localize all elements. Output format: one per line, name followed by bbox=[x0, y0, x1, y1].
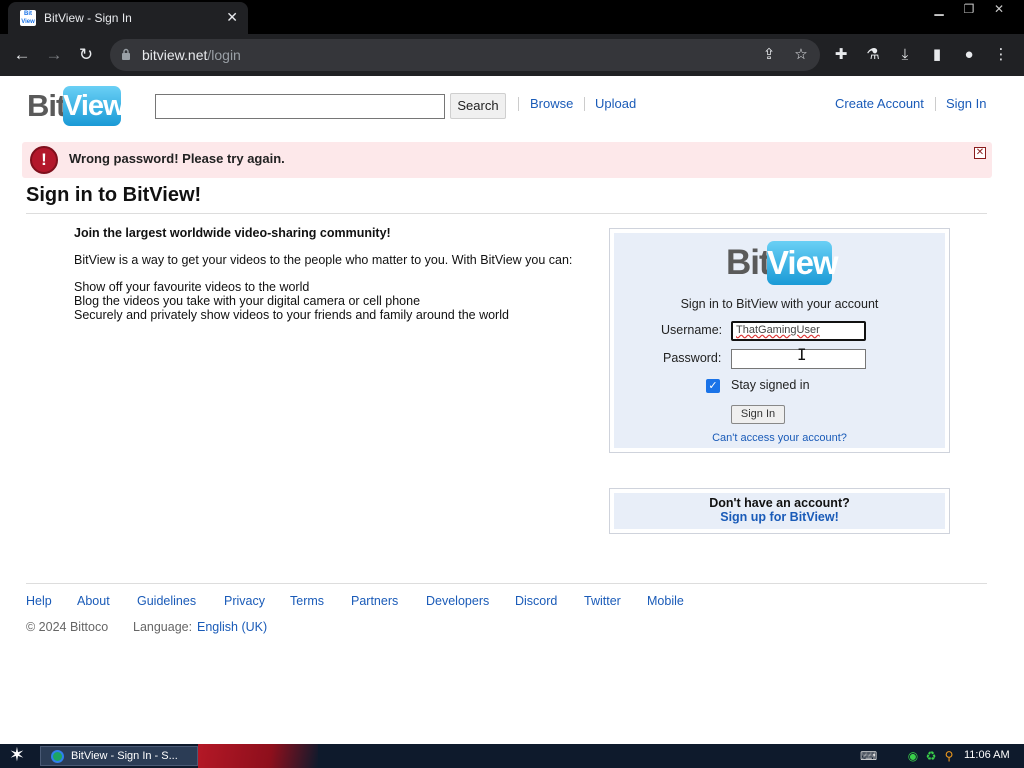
start-star-icon[interactable]: ✶ bbox=[6, 745, 28, 767]
minimize-icon[interactable]: ▁ bbox=[922, 0, 956, 18]
back-arrow-icon[interactable]: ← bbox=[10, 44, 34, 66]
feature-item: Securely and privately show videos to yo… bbox=[74, 308, 509, 322]
side-panel-icon[interactable]: ▮ bbox=[926, 44, 948, 66]
feature-item: Show off your favourite videos to the wo… bbox=[74, 280, 310, 294]
signup-link[interactable]: Sign up for BitView! bbox=[614, 510, 945, 524]
browser-menu-icon[interactable]: ⋮ bbox=[990, 44, 1012, 66]
window-close-icon[interactable]: ✕ bbox=[982, 0, 1016, 18]
share-icon[interactable]: ⇪ bbox=[758, 44, 780, 66]
upload-link[interactable]: Upload bbox=[595, 96, 636, 111]
footer-link-guidelines[interactable]: Guidelines bbox=[137, 594, 196, 608]
username-value: ThatGamingUser bbox=[736, 324, 820, 336]
username-field[interactable]: ThatGamingUser bbox=[731, 321, 866, 341]
page-title: Sign in to BitView! bbox=[26, 184, 202, 206]
username-label: Username: bbox=[661, 323, 723, 337]
footer-divider bbox=[26, 583, 987, 584]
logo-bit-text: Bit bbox=[27, 88, 66, 123]
taskbar-item-browser[interactable]: BitView - Sign In - S... bbox=[40, 746, 198, 766]
logo-bit-text: Bit bbox=[726, 243, 771, 282]
url-path: /login bbox=[207, 47, 241, 63]
error-close-icon[interactable]: ✕ bbox=[974, 147, 986, 159]
network-icon[interactable]: ◉ bbox=[906, 749, 920, 763]
browse-link[interactable]: Browse bbox=[530, 96, 573, 111]
labs-flask-icon[interactable]: ⚗ bbox=[862, 44, 884, 66]
footer-link-developers[interactable]: Developers bbox=[426, 594, 489, 608]
search-input[interactable] bbox=[155, 94, 445, 119]
browser-tab[interactable]: Bit View BitView - Sign In ✕ bbox=[8, 2, 248, 34]
lock-icon bbox=[122, 48, 130, 60]
footer-link-discord[interactable]: Discord bbox=[515, 594, 557, 608]
update-icon[interactable]: ♻ bbox=[924, 749, 938, 763]
join-intro: BitView is a way to get your videos to t… bbox=[74, 253, 573, 267]
error-banner: ! Wrong password! Please try again. ✕ bbox=[22, 142, 992, 178]
taskbar-item-label: BitView - Sign In - S... bbox=[71, 750, 178, 762]
url-text: bitview.net/login bbox=[142, 47, 241, 63]
footer-link-partners[interactable]: Partners bbox=[351, 594, 398, 608]
clock: 11:06 AM bbox=[964, 749, 1010, 761]
language-label: Language: bbox=[133, 620, 193, 634]
stay-signed-in-checkbox[interactable]: ✓ bbox=[706, 379, 720, 393]
tab-close-icon[interactable]: ✕ bbox=[226, 9, 238, 26]
error-message: Wrong password! Please try again. bbox=[69, 151, 285, 166]
join-info: Join the largest worldwide video-sharing… bbox=[74, 226, 604, 322]
forward-arrow-icon[interactable]: → bbox=[42, 44, 66, 66]
browser-title-bar: Bit View BitView - Sign In ✕ ▁ ❐ ✕ bbox=[0, 0, 1024, 34]
bitview-favicon-icon: Bit View bbox=[20, 10, 36, 26]
browser-toolbar: ← → ↻ bitview.net/login ⇪ ☆ ✚ ⚗ ⤓ ▮ ● ⋮ bbox=[0, 34, 1024, 76]
signin-caption: Sign in to BitView with your account bbox=[680, 297, 879, 311]
nav-separator bbox=[935, 97, 936, 111]
language-selector[interactable]: English (UK) bbox=[197, 620, 267, 634]
extensions-puzzle-icon[interactable]: ✚ bbox=[830, 44, 852, 66]
feature-item: Blog the videos you take with your digit… bbox=[74, 294, 421, 308]
logo-view-text: View bbox=[767, 241, 839, 285]
panel-bitview-logo: Bit View bbox=[726, 241, 839, 285]
os-taskbar: ✶ BitView - Sign In - S... ⌨ ◉ ♻ ⚲ 11:06… bbox=[0, 744, 1024, 768]
footer-link-privacy[interactable]: Privacy bbox=[224, 594, 265, 608]
text-cursor-icon: I bbox=[797, 345, 807, 364]
title-divider bbox=[26, 213, 987, 214]
sign-in-link[interactable]: Sign In bbox=[946, 96, 986, 111]
signup-question: Don't have an account? bbox=[709, 496, 850, 510]
signin-panel-body: Bit View Sign in to BitView with your ac… bbox=[614, 233, 945, 448]
signup-panel: Don't have an account? Sign up for BitVi… bbox=[609, 488, 950, 534]
join-heading: Join the largest worldwide video-sharing… bbox=[74, 226, 391, 240]
create-account-link[interactable]: Create Account bbox=[835, 96, 924, 111]
password-label: Password: bbox=[663, 351, 722, 365]
taskbar-decoration bbox=[198, 744, 318, 768]
footer-link-mobile[interactable]: Mobile bbox=[647, 594, 684, 608]
search-tray-icon[interactable]: ⚲ bbox=[942, 749, 956, 763]
web-page: Bit View Search Browse Upload Create Acc… bbox=[0, 76, 1024, 744]
chrome-icon bbox=[51, 750, 64, 763]
restore-icon[interactable]: ❐ bbox=[952, 0, 986, 18]
footer-link-help[interactable]: Help bbox=[26, 594, 52, 608]
logo-view-text: View bbox=[63, 86, 126, 126]
bitview-logo[interactable]: Bit View bbox=[27, 86, 126, 126]
url-host: bitview.net bbox=[142, 47, 208, 63]
footer-link-twitter[interactable]: Twitter bbox=[584, 594, 621, 608]
footer-link-terms[interactable]: Terms bbox=[290, 594, 324, 608]
download-icon[interactable]: ⤓ bbox=[894, 44, 916, 66]
copyright: © 2024 Bittoco bbox=[26, 620, 109, 634]
tab-title: BitView - Sign In bbox=[44, 11, 132, 25]
stay-signed-in-label: Stay signed in bbox=[731, 378, 810, 392]
nav-separator bbox=[584, 97, 585, 111]
sign-in-button[interactable]: Sign In bbox=[731, 405, 785, 424]
error-exclamation-icon: ! bbox=[30, 146, 58, 174]
profile-avatar-icon[interactable]: ● bbox=[958, 44, 980, 66]
keyboard-icon[interactable]: ⌨ bbox=[860, 749, 877, 763]
footer-link-about[interactable]: About bbox=[77, 594, 110, 608]
signin-panel: Bit View Sign in to BitView with your ac… bbox=[609, 228, 950, 453]
cant-access-account-link[interactable]: Can't access your account? bbox=[614, 432, 945, 444]
address-bar[interactable]: bitview.net/login ⇪ ☆ bbox=[110, 39, 820, 71]
reload-icon[interactable]: ↻ bbox=[74, 44, 98, 66]
signup-panel-body: Don't have an account? Sign up for BitVi… bbox=[614, 493, 945, 529]
bookmark-star-icon[interactable]: ☆ bbox=[790, 44, 812, 66]
search-button[interactable]: Search bbox=[450, 93, 506, 119]
nav-separator bbox=[518, 97, 519, 111]
